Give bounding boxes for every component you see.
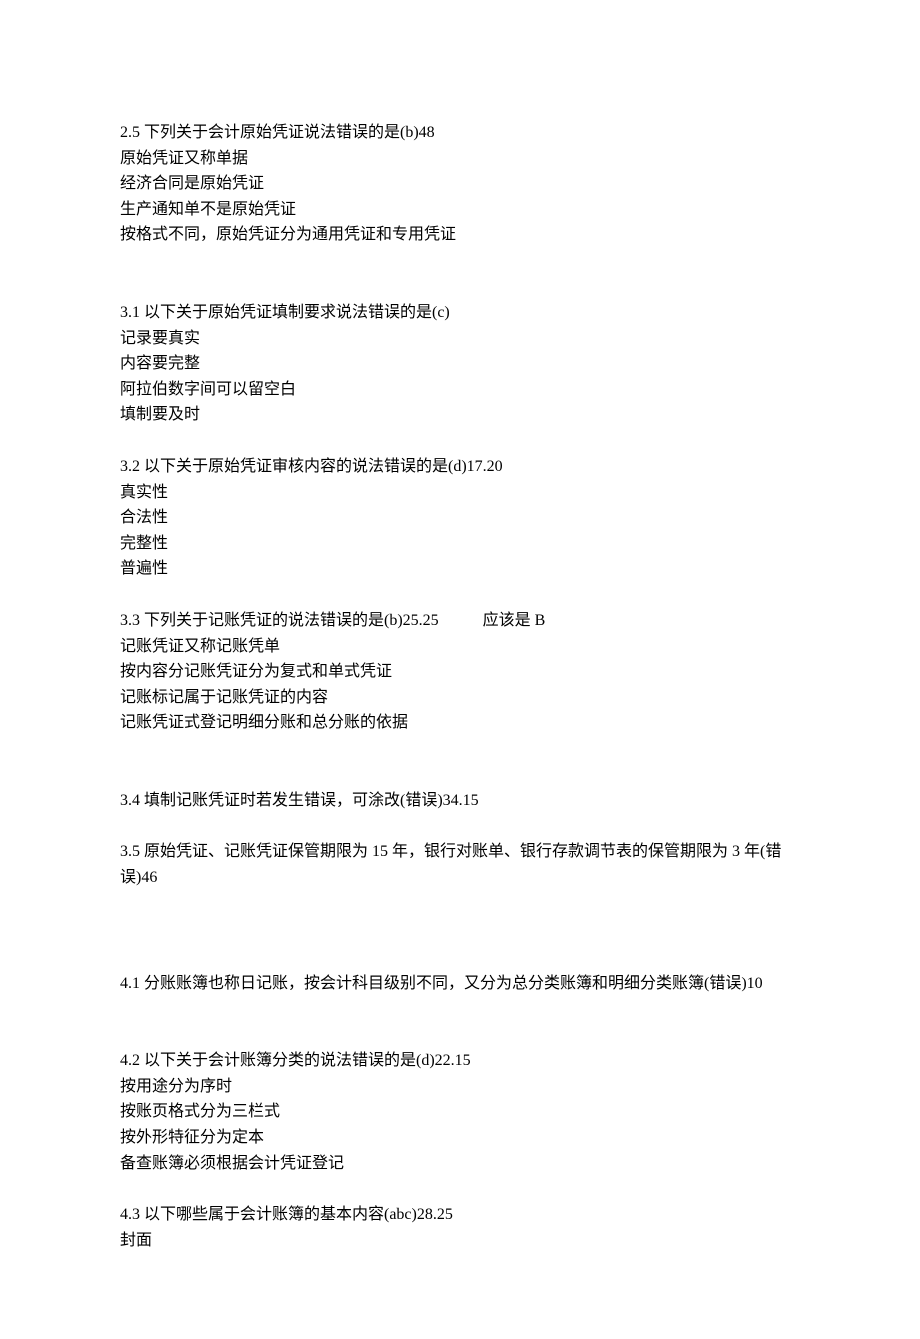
question-title: 4.1 分账账簿也称日记账，按会计科目级别不同，又分为总分类账簿和明细分类账簿(…	[120, 971, 800, 997]
question-title: 3.2 以下关于原始凭证审核内容的说法错误的是(d)17.20	[120, 454, 800, 480]
question-option: 封面	[120, 1228, 800, 1254]
question-option: 备查账簿必须根据会计凭证登记	[120, 1151, 800, 1177]
question-option: 按格式不同，原始凭证分为通用凭证和专用凭证	[120, 222, 800, 248]
question-option: 经济合同是原始凭证	[120, 171, 800, 197]
question-block: 3.3 下列关于记账凭证的说法错误的是(b)25.25 应该是 B记账凭证又称记…	[120, 608, 800, 736]
question-option: 普遍性	[120, 556, 800, 582]
question-option: 内容要完整	[120, 351, 800, 377]
question-option: 记账标记属于记账凭证的内容	[120, 685, 800, 711]
question-option: 记账凭证又称记账凭单	[120, 634, 800, 660]
question-option: 生产通知单不是原始凭证	[120, 197, 800, 223]
question-option: 阿拉伯数字间可以留空白	[120, 377, 800, 403]
question-title: 3.1 以下关于原始凭证填制要求说法错误的是(c)	[120, 300, 800, 326]
question-block: 3.4 填制记账凭证时若发生错误，可涂改(错误)34.15	[120, 788, 800, 814]
question-title: 3.3 下列关于记账凭证的说法错误的是(b)25.25 应该是 B	[120, 608, 800, 634]
question-option: 合法性	[120, 505, 800, 531]
question-option: 填制要及时	[120, 402, 800, 428]
question-option: 完整性	[120, 531, 800, 557]
question-option: 记账凭证式登记明细分账和总分账的依据	[120, 710, 800, 736]
question-title: 2.5 下列关于会计原始凭证说法错误的是(b)48	[120, 120, 800, 146]
content-area: 2.5 下列关于会计原始凭证说法错误的是(b)48原始凭证又称单据经济合同是原始…	[120, 120, 800, 1253]
question-option: 按账页格式分为三栏式	[120, 1099, 800, 1125]
question-title: 3.5 原始凭证、记账凭证保管期限为 15 年，银行对账单、银行存款调节表的保管…	[120, 839, 800, 890]
question-option: 原始凭证又称单据	[120, 146, 800, 172]
question-title: 4.2 以下关于会计账簿分类的说法错误的是(d)22.15	[120, 1048, 800, 1074]
question-block: 3.5 原始凭证、记账凭证保管期限为 15 年，银行对账单、银行存款调节表的保管…	[120, 839, 800, 890]
question-option: 按外形特征分为定本	[120, 1125, 800, 1151]
question-option: 记录要真实	[120, 326, 800, 352]
question-title: 4.3 以下哪些属于会计账簿的基本内容(abc)28.25	[120, 1202, 800, 1228]
question-title: 3.4 填制记账凭证时若发生错误，可涂改(错误)34.15	[120, 788, 800, 814]
document-page: 2.5 下列关于会计原始凭证说法错误的是(b)48原始凭证又称单据经济合同是原始…	[0, 0, 920, 1339]
question-block: 2.5 下列关于会计原始凭证说法错误的是(b)48原始凭证又称单据经济合同是原始…	[120, 120, 800, 248]
question-option: 按内容分记账凭证分为复式和单式凭证	[120, 659, 800, 685]
question-option: 真实性	[120, 480, 800, 506]
question-option: 按用途分为序时	[120, 1074, 800, 1100]
question-block: 3.2 以下关于原始凭证审核内容的说法错误的是(d)17.20真实性合法性完整性…	[120, 454, 800, 582]
question-block: 4.1 分账账簿也称日记账，按会计科目级别不同，又分为总分类账簿和明细分类账簿(…	[120, 971, 800, 997]
question-block: 3.1 以下关于原始凭证填制要求说法错误的是(c)记录要真实内容要完整阿拉伯数字…	[120, 300, 800, 428]
question-block: 4.3 以下哪些属于会计账簿的基本内容(abc)28.25封面	[120, 1202, 800, 1253]
question-block: 4.2 以下关于会计账簿分类的说法错误的是(d)22.15按用途分为序时按账页格…	[120, 1048, 800, 1176]
